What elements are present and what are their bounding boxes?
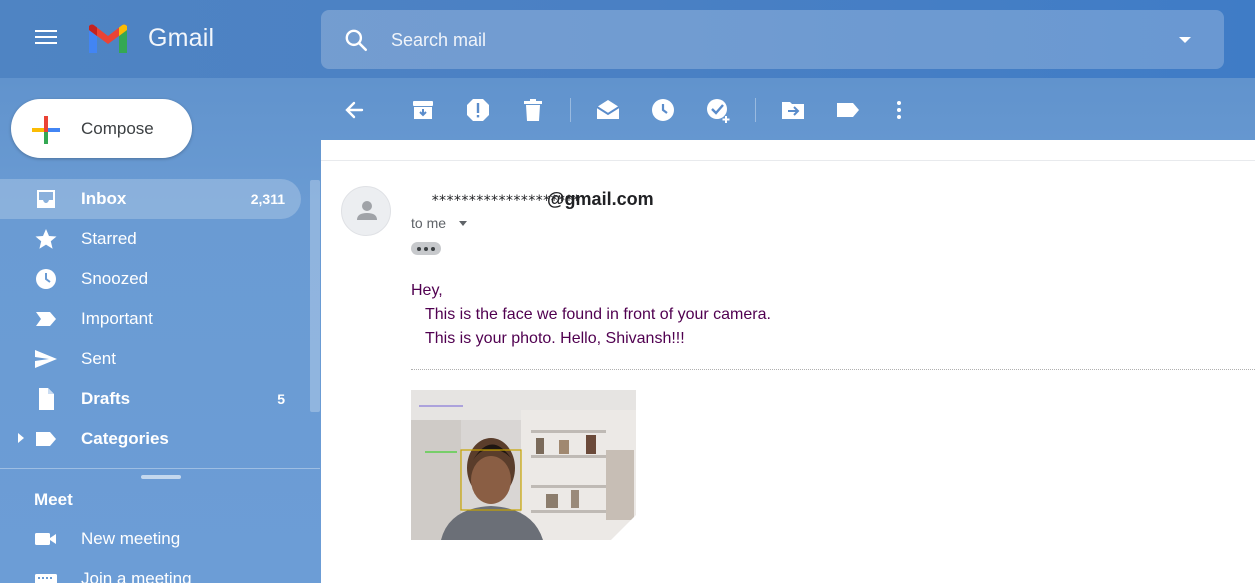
search-input[interactable] xyxy=(391,26,1151,54)
sidebar-item-drafts[interactable]: Drafts 5 xyxy=(0,379,301,419)
sidebar-item-label: Snoozed xyxy=(81,269,149,288)
sidebar-nav: Inbox 2,311 Starred Snoozed Important Se… xyxy=(0,179,310,459)
sidebar-item-label: Drafts xyxy=(81,389,131,408)
sidebar-item-snoozed[interactable]: Snoozed xyxy=(0,259,301,299)
message-pane: ******************** @gmail.com to me He… xyxy=(321,140,1255,583)
recipient-label[interactable]: to me xyxy=(411,215,446,231)
toolbar-separator xyxy=(755,98,756,122)
sidebar-item-label: Inbox xyxy=(81,189,127,208)
clock-icon xyxy=(36,269,56,289)
important-icon xyxy=(36,312,56,326)
new-meeting-label: New meeting xyxy=(81,529,181,548)
email-body-line: This is the face we found in front of yo… xyxy=(425,306,771,323)
toolbar-separator xyxy=(570,98,571,122)
search-icon[interactable] xyxy=(343,27,369,53)
sidebar-item-important[interactable]: Important xyxy=(0,299,301,339)
archive-icon[interactable] xyxy=(409,96,437,124)
message-toolbar xyxy=(321,80,1255,140)
gmail-logo-text: Gmail xyxy=(148,24,215,52)
draft-icon xyxy=(39,388,54,410)
move-to-icon[interactable] xyxy=(779,96,807,124)
content-divider xyxy=(321,160,1255,161)
recipient-details-dropdown-icon[interactable] xyxy=(459,221,467,226)
sender-email-domain[interactable]: @gmail.com xyxy=(547,189,654,210)
star-icon xyxy=(35,229,57,249)
drafts-count: 5 xyxy=(277,391,285,407)
report-spam-icon[interactable] xyxy=(464,96,492,124)
snooze-icon[interactable] xyxy=(649,96,677,124)
search-bar[interactable] xyxy=(321,10,1224,69)
mark-unread-icon[interactable] xyxy=(594,96,622,124)
video-icon xyxy=(35,533,56,545)
send-icon xyxy=(35,350,57,368)
resize-handle[interactable] xyxy=(141,475,181,479)
join-meeting-item[interactable]: Join a meeting xyxy=(0,561,300,583)
sidebar-item-label: Sent xyxy=(81,349,116,368)
meet-section-title: Meet xyxy=(34,490,73,509)
sidebar-item-label: Important xyxy=(81,309,153,328)
show-trimmed-content-button[interactable] xyxy=(411,242,441,255)
sidebar-item-label: Starred xyxy=(81,229,137,248)
delete-icon[interactable] xyxy=(519,96,547,124)
camera-photo-image xyxy=(411,390,636,540)
inbox-icon xyxy=(37,190,55,208)
expand-arrow-icon[interactable] xyxy=(18,433,24,443)
sidebar-item-categories[interactable]: Categories xyxy=(0,419,301,459)
compose-plus-icon xyxy=(32,116,60,144)
email-body-line: This is your photo. Hello, Shivansh!!! xyxy=(425,330,685,347)
main-menu-icon[interactable] xyxy=(31,26,61,52)
add-task-icon[interactable] xyxy=(704,96,732,124)
back-arrow-icon[interactable] xyxy=(340,96,368,124)
app-header: Gmail xyxy=(0,0,1255,78)
email-greeting: Hey, xyxy=(411,282,443,299)
label-icon xyxy=(36,432,56,446)
search-options-dropdown-icon[interactable] xyxy=(1177,32,1193,48)
sidebar-divider xyxy=(0,468,320,469)
sender-avatar[interactable] xyxy=(341,186,391,236)
person-icon xyxy=(357,201,377,220)
sidebar-item-label: Categories xyxy=(81,429,169,448)
inline-image-attachment[interactable] xyxy=(411,390,636,540)
labels-icon[interactable] xyxy=(834,96,862,124)
attachment-divider xyxy=(411,369,1255,370)
gmail-logo-icon[interactable] xyxy=(86,22,130,56)
sidebar-scrollbar[interactable] xyxy=(310,180,320,412)
sidebar-item-sent[interactable]: Sent xyxy=(0,339,301,379)
compose-button[interactable]: Compose xyxy=(11,99,192,158)
keyboard-icon xyxy=(35,574,57,583)
sidebar-item-starred[interactable]: Starred xyxy=(0,219,301,259)
new-meeting-item[interactable]: New meeting xyxy=(0,521,300,557)
compose-label: Compose xyxy=(81,119,154,138)
more-vert-icon[interactable] xyxy=(885,96,913,124)
unread-count: 2,311 xyxy=(250,191,285,207)
join-meeting-label: Join a meeting xyxy=(81,569,192,583)
sidebar-item-inbox[interactable]: Inbox 2,311 xyxy=(0,179,301,219)
